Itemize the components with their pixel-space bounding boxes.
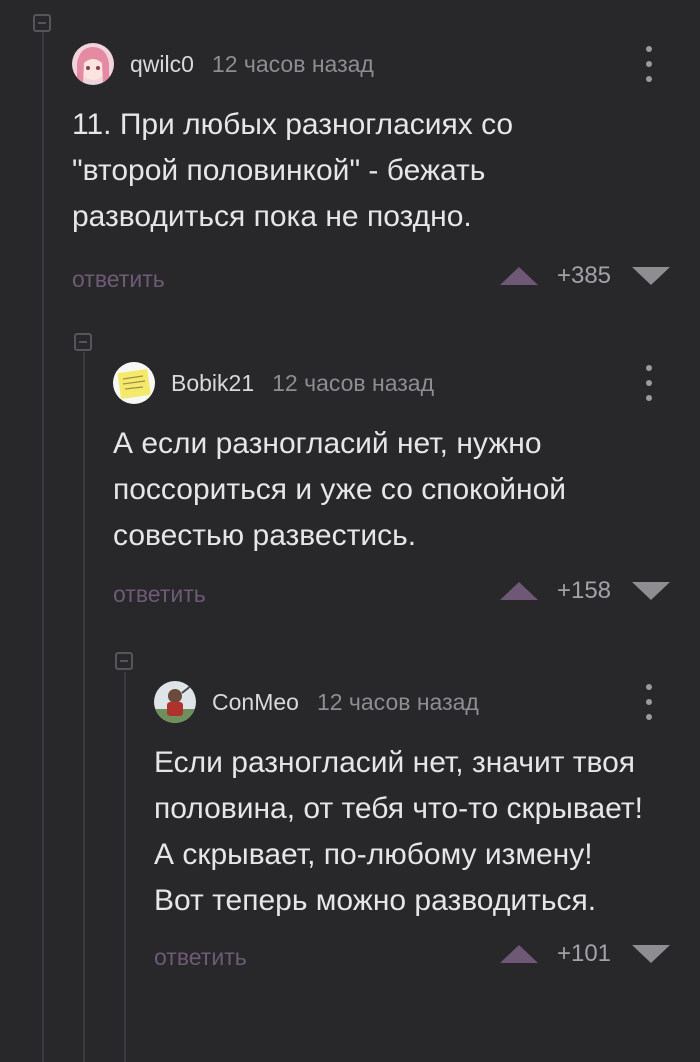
comment-header: ConMeo 12 часов назад (154, 680, 700, 724)
comment: Bobik21 12 часов назад А если разногласи… (113, 361, 700, 615)
more-options-icon[interactable] (644, 46, 654, 82)
comment: qwilc0 12 часов назад 11. При любых разн… (72, 42, 700, 300)
comment-text: Если разногласий нет, значит твоя полови… (154, 746, 643, 917)
upvote-icon[interactable] (500, 267, 538, 285)
more-options-icon[interactable] (644, 365, 654, 401)
collapse-thread-toggle[interactable] (74, 333, 92, 351)
comment-text: А если разногласий нет, нужно поссоритьс… (113, 427, 575, 552)
author-name[interactable]: Bobik21 (171, 370, 254, 397)
collapse-thread-toggle[interactable] (115, 652, 133, 670)
thread-line (42, 30, 44, 1062)
comment-footer: ответить +385 (72, 260, 700, 300)
comment: ConMeo 12 часов назад Если разногласий н… (154, 680, 700, 978)
reply-button[interactable]: ответить (113, 581, 206, 608)
collapse-thread-toggle[interactable] (33, 14, 51, 32)
comment-time: 12 часов назад (316, 688, 479, 715)
avatar[interactable] (154, 681, 196, 723)
vote-controls: +101 (500, 940, 670, 968)
comment-footer: ответить +158 (113, 575, 700, 615)
comment-time: 12 часов назад (272, 369, 435, 396)
comment-header: qwilc0 12 часов назад (72, 42, 700, 86)
vote-controls: +158 (500, 577, 670, 605)
reply-button[interactable]: ответить (72, 266, 165, 293)
upvote-icon[interactable] (500, 945, 538, 963)
thread-line (124, 672, 126, 1062)
author-name[interactable]: ConMeo (212, 689, 299, 716)
reply-button[interactable]: ответить (154, 944, 247, 971)
downvote-icon[interactable] (632, 267, 670, 285)
downvote-icon[interactable] (632, 582, 670, 600)
comment-score: +385 (556, 262, 612, 289)
comment-score: +158 (556, 577, 612, 604)
avatar[interactable] (72, 43, 114, 85)
author-name[interactable]: qwilc0 (130, 51, 194, 78)
vote-controls: +385 (500, 262, 670, 290)
comment-header: Bobik21 12 часов назад (113, 361, 700, 405)
avatar[interactable] (113, 362, 155, 404)
comment-footer: ответить +101 (154, 938, 700, 978)
comment-time: 12 часов назад (211, 50, 374, 77)
more-options-icon[interactable] (644, 684, 654, 720)
comment-score: +101 (556, 940, 612, 967)
thread-line (83, 352, 85, 1062)
comment-text: 11. При любых разногласиях со "второй по… (72, 108, 522, 233)
comments-thread: qwilc0 12 часов назад 11. При любых разн… (0, 0, 700, 1062)
upvote-icon[interactable] (500, 582, 538, 600)
downvote-icon[interactable] (632, 945, 670, 963)
